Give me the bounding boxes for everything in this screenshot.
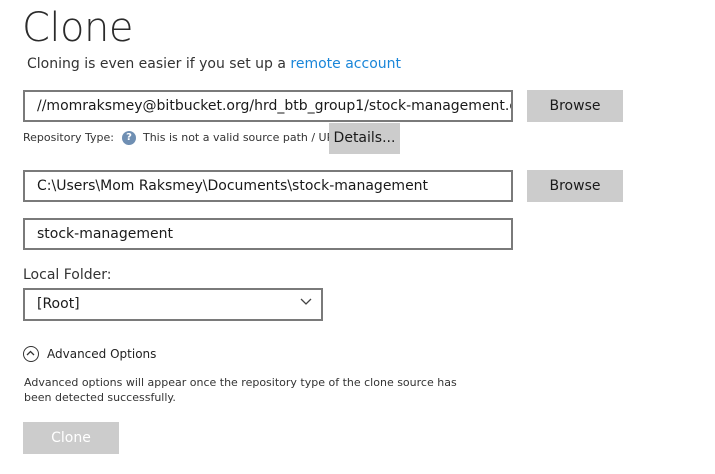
repository-name-input[interactable]: stock-management bbox=[23, 218, 513, 250]
remote-account-link[interactable]: remote account bbox=[290, 56, 401, 72]
advanced-options-note: Advanced options will appear once the re… bbox=[24, 376, 457, 404]
subtitle-text: Cloning is even easier if you set up a bbox=[27, 56, 286, 72]
local-folder-select[interactable]: [Root] bbox=[23, 288, 323, 321]
local-folder-selected: [Root] bbox=[37, 296, 80, 312]
destination-path-input[interactable]: C:\Users\Mom Raksmey\Documents\stock-man… bbox=[23, 170, 513, 202]
details-button[interactable]: Details... bbox=[329, 123, 400, 154]
chevron-down-icon bbox=[300, 298, 312, 305]
source-url-input[interactable]: //momraksmey@bitbucket.org/hrd_btb_group… bbox=[23, 90, 513, 122]
repository-type-row: Repository Type: ? This is not a valid s… bbox=[23, 130, 340, 146]
local-folder-label: Local Folder: bbox=[23, 267, 112, 283]
source-browse-button[interactable]: Browse bbox=[527, 90, 623, 122]
advanced-options-toggle[interactable]: Advanced Options bbox=[23, 346, 156, 362]
advanced-options-label: Advanced Options bbox=[47, 347, 157, 361]
subtitle: Cloning is even easier if you set up a r… bbox=[27, 55, 401, 73]
destination-browse-button[interactable]: Browse bbox=[527, 170, 623, 202]
chevron-up-circle-icon bbox=[23, 346, 39, 362]
question-circle-icon[interactable]: ? bbox=[121, 131, 136, 145]
page-title: Clone bbox=[22, 5, 133, 51]
repository-type-status: This is not a valid source path / URL bbox=[142, 131, 341, 144]
clone-button[interactable]: Clone bbox=[23, 422, 119, 454]
repository-type-label: Repository Type: bbox=[23, 131, 114, 144]
